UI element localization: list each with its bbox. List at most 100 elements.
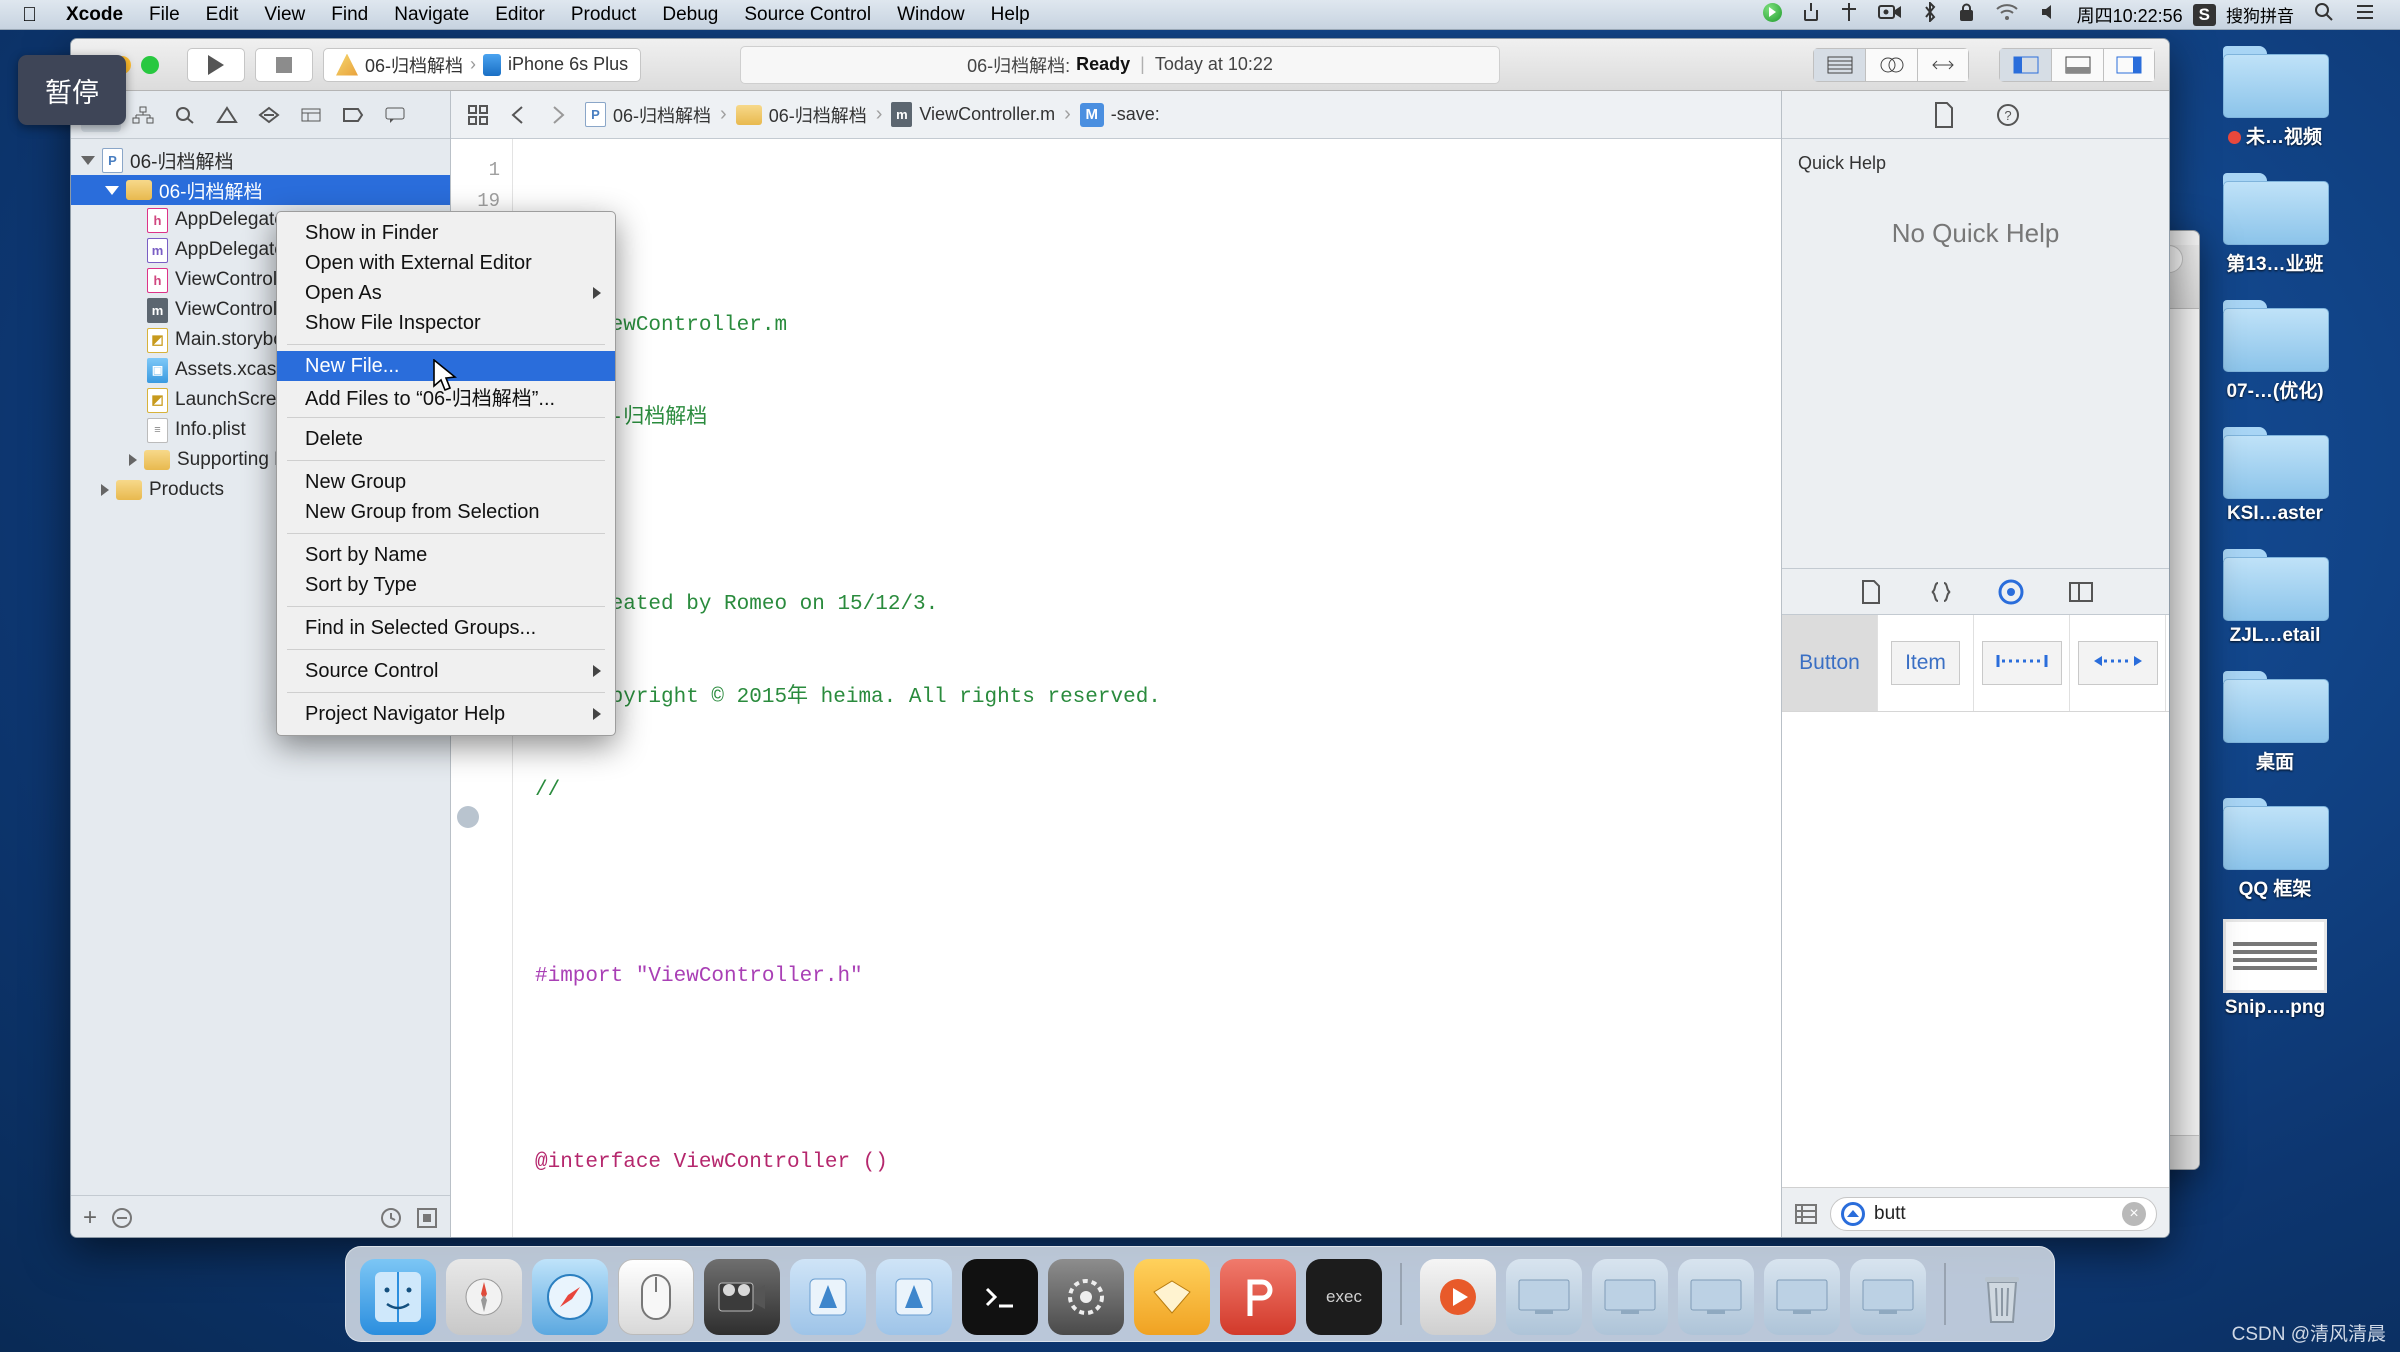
library-tab-bar[interactable]: [1782, 569, 2169, 615]
breadcrumb-item[interactable]: 06-归档解档: [769, 102, 867, 128]
project-navigator-context-menu[interactable]: Show in Finder Open with External Editor…: [276, 211, 616, 736]
tree-row-group-selected[interactable]: 06-归档解档: [71, 175, 450, 205]
object-library-tab[interactable]: [1996, 578, 2026, 606]
dock-trash-icon[interactable]: [1964, 1259, 2040, 1335]
library-item[interactable]: [1974, 615, 2070, 711]
menu-find[interactable]: Find: [318, 0, 381, 30]
menu-item-new-group[interactable]: New Group: [277, 467, 615, 497]
screen-record-status-icon[interactable]: [1868, 3, 1912, 26]
tab-report-navigator[interactable]: [375, 98, 415, 132]
menu-item-sort-by-name[interactable]: Sort by Name: [277, 540, 615, 570]
menu-editor[interactable]: Editor: [482, 0, 558, 30]
desktop-icon[interactable]: QQ 框架: [2210, 792, 2340, 901]
dock-space-1[interactable]: [1506, 1259, 1582, 1335]
input-method-label[interactable]: 搜狗拼音: [2216, 2, 2304, 27]
tab-find-navigator[interactable]: [165, 98, 205, 132]
menu-window[interactable]: Window: [884, 0, 978, 30]
library-search-bar[interactable]: butt ×: [1782, 1187, 2169, 1237]
lock-status-icon[interactable]: [1948, 2, 1985, 27]
notification-center-icon[interactable]: [2344, 3, 2386, 26]
breadcrumb-item[interactable]: 06-归档解档: [613, 102, 711, 128]
menu-item-new-group-from-selection[interactable]: New Group from Selection: [277, 497, 615, 527]
dock-app-xcode-2[interactable]: [876, 1259, 952, 1335]
dock-app-paw[interactable]: [1220, 1259, 1296, 1335]
bluetooth-status-icon[interactable]: [1912, 0, 1948, 27]
disclosure-triangle-icon[interactable]: [81, 155, 95, 165]
stop-button[interactable]: [255, 47, 313, 82]
tree-row-project[interactable]: P 06-归档解档: [71, 145, 450, 175]
mac-menu-bar[interactable]:  Xcode File Edit View Find Navigate Edi…: [0, 0, 2400, 30]
desktop-icon[interactable]: 未…视频: [2210, 40, 2340, 149]
breadcrumb[interactable]: P 06-归档解档 › 06-归档解档 › m ViewController.m…: [585, 102, 1160, 128]
desktop-icon[interactable]: ZJL…etail: [2210, 543, 2340, 647]
forward-icon[interactable]: [545, 103, 571, 127]
file-template-library-tab[interactable]: [1856, 578, 1886, 606]
menu-item-show-file-inspector[interactable]: Show File Inspector: [277, 308, 615, 338]
menu-file[interactable]: File: [136, 0, 193, 30]
toggle-utilities-button[interactable]: [2103, 47, 2155, 82]
code-snippet-library-tab[interactable]: [1926, 578, 1956, 606]
dock-app-sketch[interactable]: [1134, 1259, 1210, 1335]
inspector-tab-bar[interactable]: ?: [1782, 91, 2169, 139]
menu-xcode[interactable]: Xcode: [53, 0, 136, 30]
clock-icon[interactable]: [380, 1207, 402, 1229]
scheme-selector[interactable]: 06-归档解档 › iPhone 6s Plus: [323, 47, 642, 82]
menu-source-control[interactable]: Source Control: [731, 0, 884, 30]
desktop-icon[interactable]: KSI…aster: [2210, 421, 2340, 525]
code-editor[interactable]: 1 19 // ViewController.m // 06-归档解档 // C…: [451, 139, 1781, 1237]
source-code-text[interactable]: // // ViewController.m // 06-归档解档 // // …: [513, 139, 1781, 1237]
flash-status-icon[interactable]: [1830, 2, 1868, 27]
xcode-window[interactable]: 06-归档解档 › iPhone 6s Plus 06-归档解档: Ready …: [70, 38, 2170, 1238]
run-button[interactable]: [187, 47, 245, 82]
menu-item-sort-by-type[interactable]: Sort by Type: [277, 570, 615, 600]
toggle-debug-area-button[interactable]: [2051, 47, 2103, 82]
list-view-icon[interactable]: [1794, 1202, 1818, 1226]
wifi-status-icon[interactable]: [1985, 3, 2029, 26]
dock-app-media-player[interactable]: [1420, 1259, 1496, 1335]
menu-bar-clock[interactable]: 周四10:22:56: [2067, 2, 2193, 28]
menu-item-find-in-selected-groups[interactable]: Find in Selected Groups...: [277, 613, 615, 643]
add-file-button[interactable]: +: [83, 1204, 97, 1232]
library-item[interactable]: Item: [1878, 615, 1974, 711]
media-library-tab[interactable]: [2066, 578, 2096, 606]
quick-help-inspector-tab[interactable]: ?: [1993, 101, 2023, 129]
breadcrumb-item[interactable]: -save:: [1111, 104, 1160, 125]
file-inspector-tab[interactable]: [1929, 101, 1959, 129]
zoom-button[interactable]: [141, 55, 159, 74]
related-items-icon[interactable]: [465, 103, 491, 127]
disclosure-triangle-icon[interactable]: [129, 454, 137, 466]
dock-app-exec[interactable]: exec: [1306, 1259, 1382, 1335]
filter-icon[interactable]: [111, 1207, 133, 1229]
menu-item-project-navigator-help[interactable]: Project Navigator Help: [277, 699, 615, 729]
disclosure-triangle-icon[interactable]: [105, 185, 119, 195]
desktop-icon[interactable]: 第13…业班: [2210, 167, 2340, 276]
desktop-icon[interactable]: 桌面: [2210, 665, 2340, 774]
dock-app-xcode-1[interactable]: [790, 1259, 866, 1335]
dock[interactable]: exec: [345, 1246, 2055, 1342]
library-search-input[interactable]: butt ×: [1830, 1196, 2157, 1231]
tab-breakpoint-navigator[interactable]: [333, 98, 373, 132]
library-item[interactable]: Button: [1782, 615, 1878, 711]
menu-item-source-control[interactable]: Source Control: [277, 656, 615, 686]
dock-space-2[interactable]: [1592, 1259, 1668, 1335]
dock-space-5[interactable]: [1850, 1259, 1926, 1335]
dock-app-safari[interactable]: [532, 1259, 608, 1335]
tab-issue-navigator[interactable]: [207, 98, 247, 132]
library-item-list[interactable]: Button Item: [1782, 615, 2169, 712]
green-play-status-icon[interactable]: [1753, 2, 1792, 27]
dock-app-imovie[interactable]: [704, 1259, 780, 1335]
source-control-icon[interactable]: [416, 1207, 438, 1229]
editor-mode-segments[interactable]: [1813, 47, 1969, 82]
tab-test-navigator[interactable]: [249, 98, 289, 132]
eject-status-icon[interactable]: [1792, 2, 1830, 27]
dock-space-4[interactable]: [1764, 1259, 1840, 1335]
menu-product[interactable]: Product: [558, 0, 649, 30]
menu-navigate[interactable]: Navigate: [381, 0, 482, 30]
desktop-icon[interactable]: 07-…(优化): [2210, 294, 2340, 403]
menu-item-show-in-finder[interactable]: Show in Finder: [277, 218, 615, 248]
dock-app-launchpad[interactable]: [446, 1259, 522, 1335]
menu-help[interactable]: Help: [978, 0, 1043, 30]
disclosure-triangle-icon[interactable]: [101, 484, 109, 496]
apple-logo-icon[interactable]: : [0, 0, 53, 30]
clear-search-icon[interactable]: ×: [2122, 1201, 2146, 1226]
